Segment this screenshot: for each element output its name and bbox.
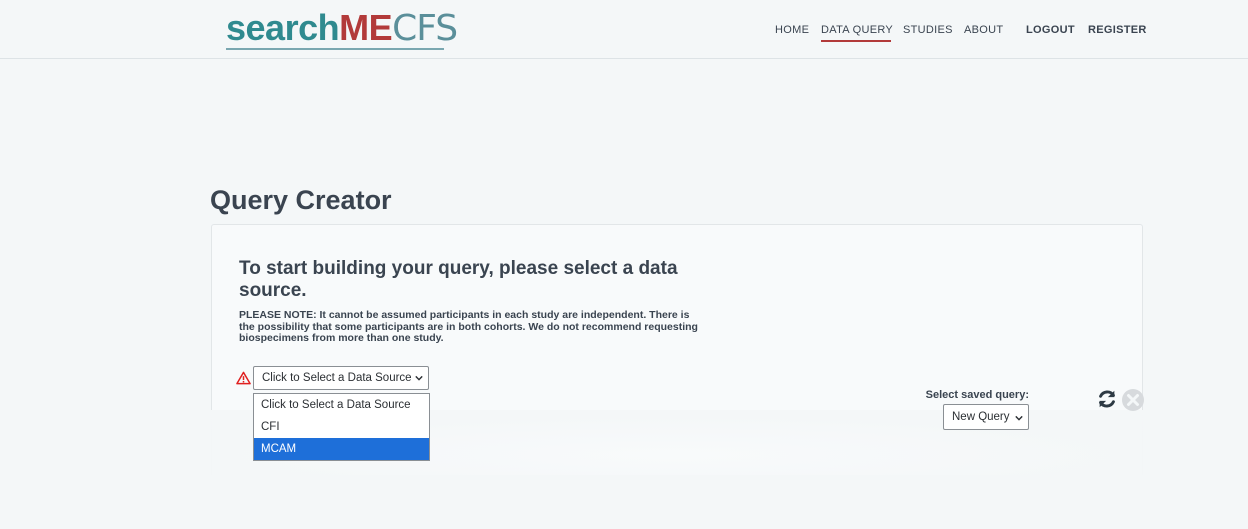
option-mcam[interactable]: MCAM (254, 438, 429, 460)
logo-underline (226, 48, 444, 50)
nav-home[interactable]: HOME (775, 24, 809, 36)
data-source-select[interactable]: Click to Select a Data Source (253, 366, 429, 390)
site-header: searchMECFS HOME DATA QUERY STUDIES ABOU… (0, 0, 1248, 59)
page-title: Query Creator (210, 185, 392, 215)
nav-logout[interactable]: LOGOUT (1026, 24, 1075, 36)
site-logo[interactable]: searchMECFS (226, 7, 458, 51)
nav-studies[interactable]: STUDIES (903, 24, 953, 36)
nav-about[interactable]: ABOUT (964, 24, 1003, 36)
nav-data-query[interactable]: DATA QUERY (821, 24, 893, 36)
saved-query-select[interactable]: New Query (943, 404, 1029, 430)
refresh-icon[interactable] (1096, 388, 1118, 410)
saved-query-selected-value: New Query (952, 411, 1010, 423)
close-icon[interactable] (1121, 388, 1145, 412)
logo-text-cfs: CFS (392, 8, 458, 49)
option-cfi[interactable]: CFI (254, 416, 429, 438)
chevron-down-icon (415, 375, 423, 381)
chevron-down-icon (1015, 415, 1023, 421)
option-placeholder[interactable]: Click to Select a Data Source (254, 394, 429, 416)
warning-triangle-icon (236, 371, 251, 385)
card-heading: To start building your query, please sel… (239, 258, 678, 301)
saved-query-label: Select saved query: (925, 389, 1029, 401)
data-source-dropdown: Click to Select a Data Source CFI MCAM (253, 393, 430, 461)
logo-text-search: search (226, 7, 340, 48)
nav-active-indicator (821, 40, 891, 42)
card-note: PLEASE NOTE: It cannot be assumed partic… (239, 309, 698, 344)
data-source-selected-value: Click to Select a Data Source (262, 372, 412, 384)
logo-text-me: ME (339, 7, 393, 48)
nav-register[interactable]: REGISTER (1088, 24, 1147, 36)
